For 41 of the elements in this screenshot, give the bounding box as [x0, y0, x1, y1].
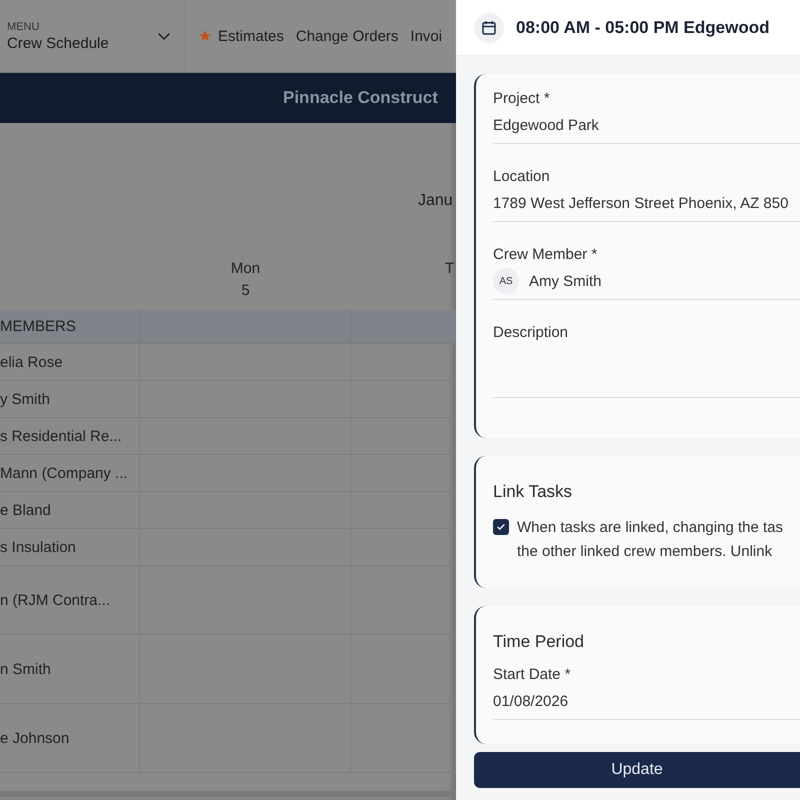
- checkbox-label: When tasks are linked, changing the tas the other linked crew members. Unlink: [517, 518, 783, 562]
- section-title: Time Period: [493, 632, 586, 652]
- member-name: s Insulation: [0, 528, 140, 565]
- member-name: y Smith: [0, 380, 140, 417]
- member-name: n Smith: [0, 634, 140, 703]
- crew-member-field[interactable]: AS Amy Smith: [493, 263, 800, 300]
- checkbox[interactable]: [493, 519, 509, 535]
- nav-link[interactable]: Invoi: [410, 28, 442, 44]
- field-label: Description: [493, 324, 570, 341]
- member-name: s Residential Re...: [0, 417, 140, 454]
- day-name: Mon: [230, 259, 260, 279]
- member-name: e Johnson: [0, 703, 140, 772]
- group-header: MEMBERS: [0, 310, 140, 343]
- menu-label: MENU: [7, 20, 40, 32]
- check-icon: [496, 522, 506, 532]
- menu-dropdown[interactable]: MENU Crew Schedule: [0, 0, 186, 72]
- member-name: elia Rose: [0, 343, 140, 380]
- section-title: Link Tasks: [493, 482, 574, 502]
- field-label: Project *: [493, 90, 551, 107]
- input-field[interactable]: 1789 West Jefferson Street Phoenix, AZ 850: [493, 185, 800, 222]
- member-name: Mann (Company ...: [0, 454, 140, 491]
- member-name: n (RJM Contra...: [0, 565, 140, 634]
- calendar-icon: [480, 18, 498, 36]
- menu-value: Crew Schedule: [7, 34, 110, 52]
- update-button[interactable]: Update: [474, 752, 800, 788]
- input-field[interactable]: 01/08/2026: [493, 683, 800, 720]
- drawer-title: 08:00 AM - 05:00 PM Edgewood: [516, 18, 770, 38]
- company-name: Pinnacle Construct: [283, 88, 438, 108]
- member-name: e Bland: [0, 491, 140, 528]
- day-name: T: [445, 260, 454, 277]
- field-label: Crew Member *: [493, 246, 598, 263]
- day-number: 5: [241, 281, 250, 301]
- avatar: AS: [493, 268, 519, 294]
- field-value: Amy Smith: [529, 272, 602, 290]
- month-label: Janu: [418, 192, 453, 210]
- star-icon: [198, 29, 212, 43]
- nav-link[interactable]: Change Orders: [296, 28, 398, 44]
- input-field[interactable]: Edgewood Park: [493, 107, 800, 144]
- field-label: Location: [493, 168, 551, 185]
- nav-link[interactable]: Estimates: [198, 28, 284, 44]
- field-label: Start Date *: [493, 666, 572, 683]
